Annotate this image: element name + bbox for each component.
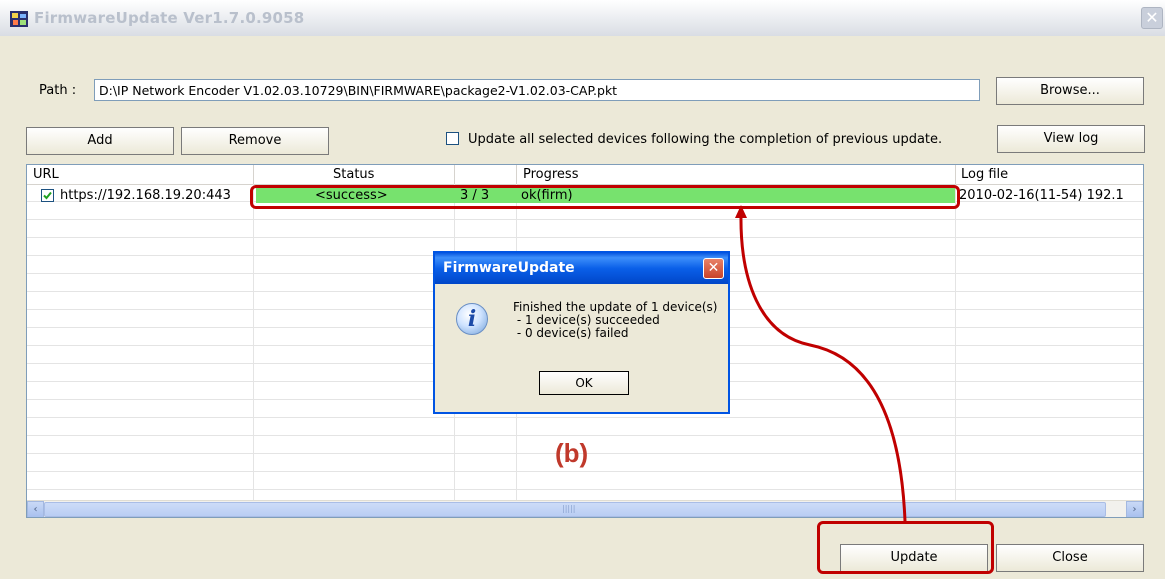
annotation-arrow [735,205,907,522]
